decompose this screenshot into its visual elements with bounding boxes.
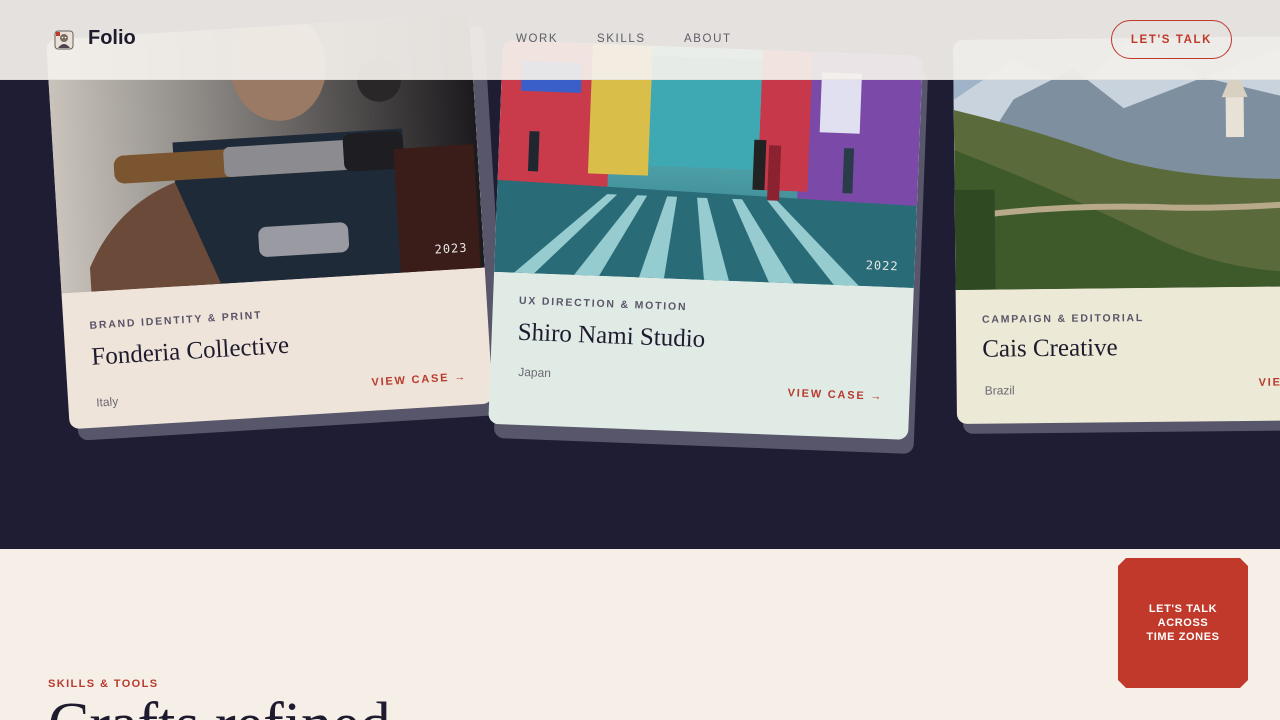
work-showcase: 2023 BRAND IDENTITY & PRINT Fonderia Col… bbox=[0, 0, 1280, 549]
card-category: BRAND IDENTITY & PRINT bbox=[89, 309, 263, 332]
card-title: Cais Creative bbox=[982, 334, 1118, 363]
card-year: 2022 bbox=[865, 258, 899, 274]
site-header: Folio WORK SKILLS ABOUT LET'S TALK bbox=[0, 0, 1280, 80]
nav-work[interactable]: WORK bbox=[516, 33, 558, 45]
card-body: CAMPAIGN & EDITORIAL Cais Creative Brazi… bbox=[956, 286, 1280, 424]
card-title: Fonderia Collective bbox=[90, 331, 290, 371]
card-surface[interactable]: 2022 UX DIRECTION & MOTION Shiro Nami St… bbox=[488, 40, 923, 440]
card-country: Italy bbox=[95, 394, 119, 410]
lets-talk-button[interactable]: LET'S TALK bbox=[1111, 20, 1232, 59]
card-body: BRAND IDENTITY & PRINT Fonderia Collecti… bbox=[62, 268, 494, 430]
portrait-logo-icon[interactable] bbox=[53, 29, 75, 51]
card-category: UX DIRECTION & MOTION bbox=[518, 294, 688, 314]
nav-about[interactable]: ABOUT bbox=[684, 33, 732, 45]
card-surface[interactable]: CAMPAIGN & EDITORIAL Cais Creative Brazi… bbox=[953, 35, 1280, 424]
card-title: Shiro Nami Studio bbox=[517, 318, 706, 353]
view-case-link[interactable]: VIEW CASE → bbox=[787, 387, 883, 403]
card-country: Japan bbox=[518, 364, 552, 381]
view-case-link[interactable]: VIEW CASE → bbox=[371, 371, 467, 389]
time-zones-badge[interactable]: LET'S TALK ACROSS TIME ZONES bbox=[1118, 558, 1248, 688]
card-year: 2023 bbox=[434, 240, 468, 257]
skills-eyebrow: SKILLS & TOOLS bbox=[48, 678, 159, 690]
card-category: CAMPAIGN & EDITORIAL bbox=[981, 312, 1145, 326]
card-country: Brazil bbox=[984, 383, 1015, 398]
badge-label: LET'S TALK ACROSS TIME ZONES bbox=[1146, 603, 1220, 643]
brand-name[interactable]: Folio bbox=[88, 27, 136, 50]
nav-skills[interactable]: SKILLS bbox=[597, 33, 646, 45]
skills-heading: Crafts refined bbox=[48, 694, 391, 720]
card-body: UX DIRECTION & MOTION Shiro Nami Studio … bbox=[488, 272, 914, 440]
view-case-link[interactable]: VIEW CASE → bbox=[1259, 376, 1280, 389]
